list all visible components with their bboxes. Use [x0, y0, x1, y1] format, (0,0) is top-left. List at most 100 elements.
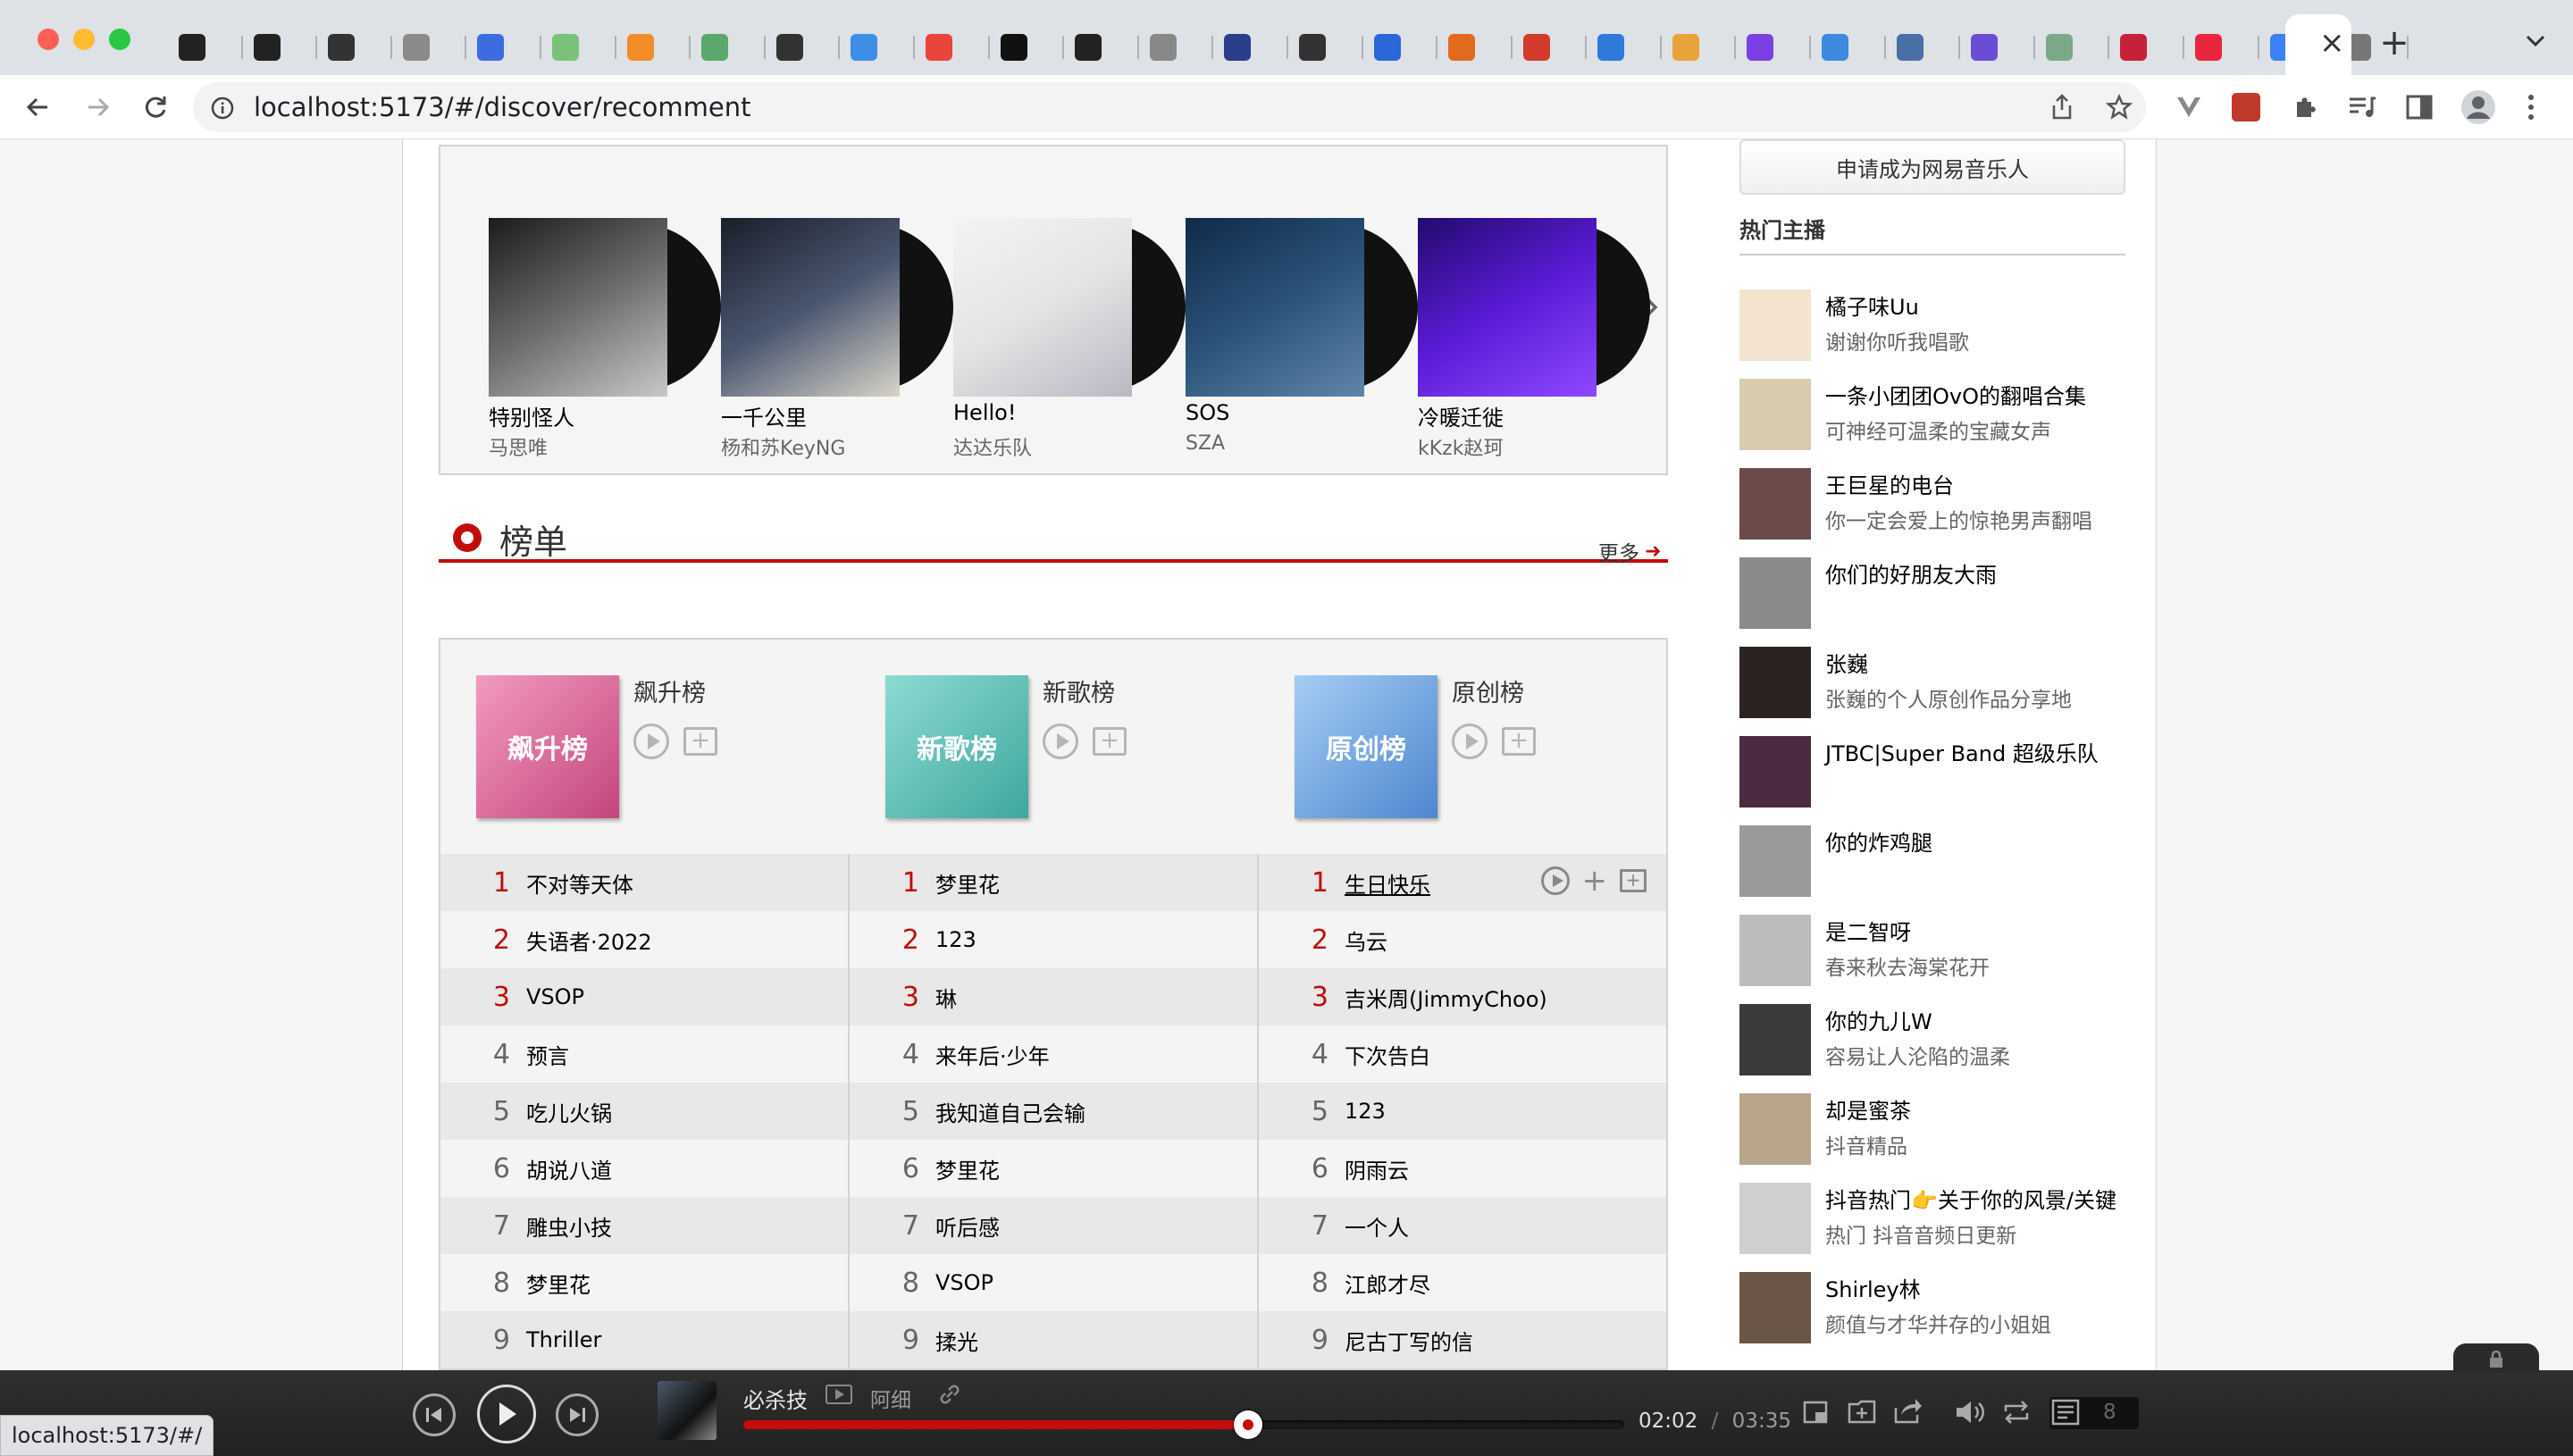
song-title[interactable]: 听后感 [935, 1210, 1000, 1242]
song-row[interactable]: 3 VSOP [440, 968, 848, 1025]
top-list-cover[interactable]: 飙升榜 [476, 675, 619, 818]
song-title[interactable]: 不对等天体 [526, 867, 633, 899]
dj-name[interactable]: 你们的好朋友大雨 [1825, 557, 1997, 589]
dj-avatar[interactable] [1739, 1004, 1811, 1075]
extensions-puzzle-icon[interactable] [2287, 89, 2323, 125]
dj-avatar[interactable] [1739, 915, 1811, 986]
play-list-icon[interactable] [633, 724, 669, 759]
song-row[interactable]: 7 雕虫小技 [440, 1197, 848, 1254]
next-track-button[interactable] [556, 1393, 599, 1436]
dj-avatar[interactable] [1739, 825, 1811, 897]
dj-name[interactable]: 橘子味Uu [1825, 289, 1919, 321]
share-icon[interactable] [1894, 1397, 1924, 1426]
dj-item[interactable]: 张巍 张巍的个人原创作品分享地 [1739, 647, 2125, 718]
song-title[interactable]: 生日快乐 [1345, 867, 1430, 899]
browser-tab[interactable] [1139, 18, 1214, 75]
album-title[interactable]: 冷暖迁徙 [1418, 400, 1504, 431]
browser-tab[interactable] [1811, 18, 1886, 75]
song-title[interactable]: 下次告白 [1345, 1039, 1430, 1070]
row-play-icon[interactable] [1540, 866, 1570, 895]
subscribe-folder-icon[interactable]: + [683, 727, 717, 756]
dj-name[interactable]: 是二智呀 [1825, 915, 1911, 946]
song-row[interactable]: 3 吉米周(JimmyChoo) [1259, 968, 1666, 1025]
dj-name[interactable]: Shirley林 [1825, 1272, 1921, 1303]
dj-item[interactable]: 你的九儿W 容易让人沦陷的温柔 [1739, 1004, 2125, 1075]
song-title[interactable]: 江郎才尽 [1345, 1268, 1430, 1299]
browser-tab[interactable] [168, 18, 243, 75]
subscribe-folder-icon[interactable]: + [1093, 727, 1127, 756]
dj-avatar[interactable] [1739, 557, 1811, 629]
add-to-playlist-icon[interactable] [1848, 1399, 1878, 1426]
now-playing-cover[interactable] [658, 1381, 717, 1440]
song-title[interactable]: 梦里花 [526, 1268, 591, 1299]
maximize-window-button[interactable] [109, 29, 130, 50]
browser-menu-icon[interactable] [2518, 88, 2544, 127]
progress-track[interactable] [743, 1410, 1624, 1439]
song-row[interactable]: 4 下次告白 [1259, 1025, 1666, 1083]
song-title[interactable]: 123 [1345, 1099, 1386, 1124]
song-row[interactable]: 2 失语者·2022 [440, 911, 848, 968]
song-title[interactable]: Thriller [526, 1327, 601, 1352]
dj-avatar[interactable] [1739, 1183, 1811, 1254]
bookmark-star-icon[interactable] [2101, 89, 2137, 125]
album-cover[interactable] [489, 218, 667, 397]
song-row[interactable]: 5 吃儿火锅 [440, 1083, 848, 1140]
song-title[interactable]: 一个人 [1345, 1210, 1409, 1242]
row-add-icon[interactable]: + [1582, 866, 1608, 896]
browser-tab[interactable] [990, 18, 1065, 75]
browser-tab[interactable] [1960, 18, 2035, 75]
song-row[interactable]: 3琳 [850, 968, 1257, 1025]
song-row[interactable]: 6 梦里花 [850, 1140, 1257, 1197]
dj-avatar[interactable] [1739, 1272, 1811, 1343]
profile-avatar-icon[interactable] [2459, 88, 2498, 127]
picture-in-picture-icon[interactable] [1803, 1401, 1831, 1426]
song-title[interactable]: 揉光 [935, 1325, 978, 1356]
song-row[interactable]: 2 乌云 [1259, 911, 1666, 968]
dj-avatar[interactable] [1739, 289, 1811, 361]
forward-icon[interactable] [79, 88, 118, 127]
progress-knob[interactable] [1233, 1410, 1262, 1439]
song-title[interactable]: 我知道自己会输 [935, 1096, 1085, 1127]
subscribe-folder-icon[interactable]: + [1502, 727, 1536, 756]
song-title[interactable]: 乌云 [1345, 925, 1387, 956]
song-row[interactable]: 1 生日快乐 + + [1259, 854, 1666, 911]
browser-tab[interactable] [392, 18, 467, 75]
browser-tab[interactable] [317, 18, 392, 75]
album-title[interactable]: 一千公里 [721, 400, 807, 431]
song-title[interactable]: 胡说八道 [526, 1153, 612, 1184]
back-icon[interactable] [18, 88, 57, 127]
song-title[interactable]: 阴雨云 [1345, 1153, 1409, 1184]
browser-tab[interactable] [840, 18, 915, 75]
song-row[interactable]: 2 123 [850, 911, 1257, 968]
previous-track-button[interactable] [413, 1393, 456, 1436]
song-title[interactable]: 雕虫小技 [526, 1210, 612, 1242]
album-artist[interactable]: 达达乐队 [953, 432, 1032, 461]
tab-close-icon[interactable]: × [2319, 25, 2345, 61]
reload-icon[interactable] [136, 88, 175, 127]
browser-tab[interactable] [1437, 18, 1513, 75]
address-bar-url[interactable]: localhost:5173/#/discover/recomment [254, 89, 750, 125]
dj-item[interactable]: 却是蜜茶 抖音精品 [1739, 1093, 2125, 1165]
song-title[interactable]: 预言 [526, 1039, 569, 1070]
player-lock-tab[interactable] [2453, 1343, 2539, 1372]
song-title[interactable]: 吃儿火锅 [526, 1096, 612, 1127]
browser-tab[interactable] [691, 18, 766, 75]
browser-tab[interactable] [1363, 18, 1438, 75]
browser-tab[interactable] [1288, 18, 1363, 75]
dj-name[interactable]: 一条小团团OvO的翻唱合集 [1825, 379, 2086, 410]
album-cover[interactable] [1418, 218, 1597, 397]
song-row[interactable]: 5 我知道自己会输 [850, 1083, 1257, 1140]
minimize-window-button[interactable] [73, 29, 95, 50]
song-row[interactable]: 8 VSOP [850, 1254, 1257, 1311]
browser-tab[interactable] [541, 18, 616, 75]
more-link[interactable]: 更多 ➜ [1598, 536, 1661, 566]
media-queue-icon[interactable] [2344, 89, 2380, 125]
play-list-icon[interactable] [1452, 724, 1488, 759]
browser-tab[interactable] [2035, 18, 2110, 75]
browser-tab[interactable] [1064, 18, 1139, 75]
browser-tab[interactable] [915, 18, 990, 75]
album-artist[interactable]: 马思唯 [489, 432, 548, 461]
extension-red-icon[interactable] [2228, 89, 2264, 125]
album-cover[interactable] [1186, 218, 1364, 397]
dj-item[interactable]: 是二智呀 春来秋去海棠花开 [1739, 915, 2125, 986]
